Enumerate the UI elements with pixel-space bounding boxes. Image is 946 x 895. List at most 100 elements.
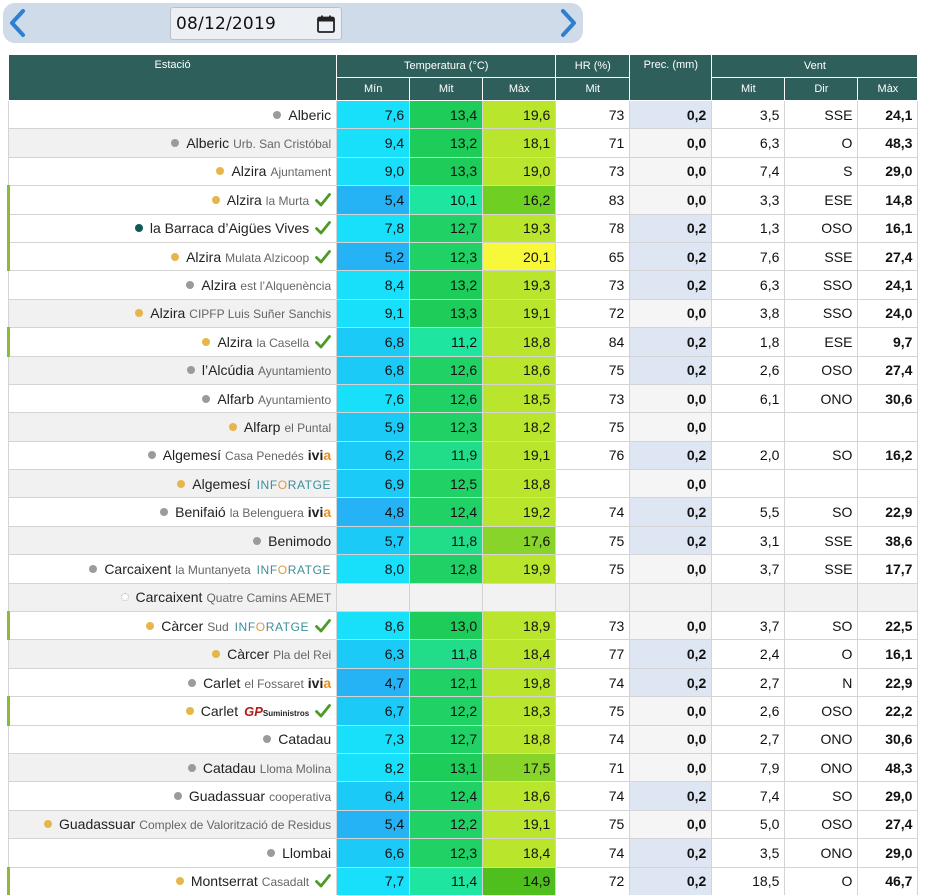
next-day-button[interactable] (553, 5, 583, 41)
station-name[interactable]: Benifaió (175, 504, 226, 520)
station-name[interactable]: Alzira (231, 163, 266, 179)
station-name[interactable]: Llombai (282, 845, 331, 861)
station-name[interactable]: Catadau (203, 760, 256, 776)
header-temp-mit[interactable]: Mit (409, 77, 484, 101)
table-row[interactable]: Alzira la Murta 5,4 10,1 16,2 83 0,0 3,3 ESE 14,8 (6, 185, 920, 215)
previous-day-button[interactable] (3, 5, 33, 41)
header-wind-mit[interactable]: Mit (711, 77, 786, 101)
station-name[interactable]: Carlet (201, 703, 238, 719)
station-name[interactable]: Algemesí (192, 476, 250, 492)
station-cell[interactable]: Montserrat Casadalt (6, 866, 338, 895)
header-precipitation[interactable]: Prec. (mm) (629, 54, 713, 101)
table-row[interactable]: Alberic Urb. San Cristóbal 9,4 13,2 18,1 71 0,… (7, 128, 920, 158)
station-name[interactable]: Algemesí (163, 447, 221, 463)
station-cell[interactable]: Carlet el Fossaret ivia (7, 667, 338, 698)
table-row[interactable]: Alzira est l’Alquenència 8,4 13,2 19,3 73 0,2 6… (7, 270, 920, 300)
station-name[interactable]: Carcaixent (104, 561, 171, 577)
station-cell[interactable]: Alfarb Ayuntamiento (7, 383, 338, 414)
station-cell[interactable]: Alzira Mulata Alzicoop (6, 241, 338, 272)
station-name[interactable]: l’Alcúdia (202, 362, 254, 378)
station-name[interactable]: Càrcer (227, 646, 269, 662)
station-cell[interactable]: Càrcer Sud INFORATGE (6, 611, 338, 641)
table-row[interactable]: Catadau Lloma Molina 8,2 13,1 17,5 71 0,0 7,9 ON… (7, 752, 920, 783)
station-name[interactable]: Alfarb (217, 391, 254, 407)
table-row[interactable]: Algemesí Casa Penedés ivia 6,2 11,9 19,1 76 0,2… (7, 440, 920, 471)
table-row[interactable]: Guadassuar cooperativa 6,4 12,4 18,6 74 0,2 7,4… (7, 781, 920, 811)
table-row[interactable]: Alzira Mulata Alzicoop 5,2 12,3 20,1 65 0,2 7,6… (6, 241, 920, 272)
status-dot-icon (147, 451, 156, 460)
station-cell[interactable]: Càrcer Pla del Rei (7, 639, 338, 669)
table-row[interactable]: Carlet el Fossaret ivia 4,7 12,1 19,8 74 0,2 2,7… (7, 667, 920, 698)
station-name[interactable]: Càrcer (161, 618, 203, 634)
station-cell[interactable]: l’Alcúdia Ayuntamiento (7, 355, 338, 385)
station-cell[interactable]: Alberic (7, 99, 338, 130)
table-row[interactable]: Carcaixent la Muntanyeta INFORATGE 8,0 12,8 1… (7, 554, 920, 584)
table-row[interactable]: Alfarp el Puntal 5,9 12,3 18,2 75 0,0 (7, 412, 920, 442)
station-name[interactable]: Benimodo (268, 533, 331, 549)
station-name[interactable]: Carlet (203, 675, 240, 691)
station-name[interactable]: Alzira (150, 305, 185, 321)
station-name[interactable]: Alzira (227, 192, 262, 208)
station-name[interactable]: Alberic (186, 135, 229, 151)
station-name[interactable]: Catadau (278, 731, 331, 747)
station-cell[interactable]: Benifaió la Belenguera ivia (7, 497, 338, 527)
table-row[interactable]: Benifaió la Belenguera ivia 4,8 12,4 19,2 74 0,… (7, 497, 920, 527)
header-wind-max[interactable]: Màx (857, 77, 919, 101)
table-row[interactable]: Llombai 6,6 12,3 18,4 74 0,2 3,5 ONO 29,0 (7, 838, 920, 868)
station-cell[interactable]: Alfarp el Puntal (7, 412, 338, 442)
station-name[interactable]: Montserrat (191, 873, 258, 889)
table-row[interactable]: Alzira Ajuntament 9,0 13,3 19,0 73 0,0 7,4 S 29,0 (7, 156, 920, 187)
station-cell[interactable]: Alberic Urb. San Cristóbal (7, 128, 338, 158)
station-name[interactable]: Guadassuar (59, 816, 135, 832)
header-station[interactable]: Estació (7, 54, 338, 101)
station-name[interactable]: Alfarp (244, 419, 281, 435)
table-row[interactable]: Càrcer Sud INFORATGE 8,6 13,0 18,9 73 0,0 3,7 SO 2… (6, 611, 920, 641)
table-row[interactable]: Guadassuar Complex de Valorització de Res… (7, 809, 920, 840)
table-row[interactable]: Catadau 7,3 12,7 18,8 74 0,0 2,7 ONO 30,6 (7, 724, 920, 754)
station-cell[interactable]: Alzira Ajuntament (7, 156, 338, 187)
station-cell[interactable]: Alzira la Murta (6, 185, 338, 215)
table-row[interactable]: Alzira la Casella 6,8 11,2 18,8 84 0,2 1,8 ESE 9,… (6, 327, 920, 357)
station-cell[interactable]: Carcaixent la Muntanyeta INFORATGE (7, 554, 338, 584)
station-cell[interactable]: Llombai (7, 838, 338, 868)
station-name[interactable]: Carcaixent (136, 589, 203, 605)
table-row[interactable]: Alzira CIPFP Luis Suñer Sanchis 9,1 13,3 19,… (7, 298, 920, 329)
station-cell[interactable]: Alzira la Casella (6, 327, 338, 357)
header-wind-dir[interactable]: Dir (784, 77, 859, 101)
header-temp-max[interactable]: Màx (482, 77, 557, 101)
temp-max-cell (482, 582, 557, 613)
station-cell[interactable]: Catadau Lloma Molina (7, 752, 338, 783)
station-name[interactable]: Alberic (288, 107, 331, 123)
table-row[interactable]: Montserrat Casadalt 7,7 11,4 14,9 72 0,2 18,5 O 4… (6, 866, 920, 895)
temp-mit-cell: 13,3 (409, 298, 484, 329)
date-input[interactable]: 08/12/2019 (170, 7, 342, 40)
table-row[interactable]: la Barraca d’Aigües Vives 7,8 12,7 19,3 78 0,… (6, 213, 920, 243)
station-cell[interactable]: Algemesí INFORATGE (7, 469, 338, 499)
table-row[interactable]: Carcaixent Quatre Camins AEMET (7, 582, 920, 613)
header-hr-mit[interactable]: Mit (555, 77, 631, 101)
table-row[interactable]: Carlet GPSuministros 6,7 12,2 18,3 75 0,0 2,6 OS… (6, 696, 920, 726)
table-row[interactable]: Benimodo 5,7 11,8 17,6 75 0,2 3,1 SSE 38,6 (7, 525, 920, 556)
table-row[interactable]: Algemesí INFORATGE 6,9 12,5 18,8 0,0 (7, 469, 920, 499)
calendar-icon[interactable] (316, 14, 336, 34)
station-cell[interactable]: Carlet GPSuministros (6, 696, 338, 726)
station-cell[interactable]: Algemesí Casa Penedés ivia (7, 440, 338, 471)
table-row[interactable]: Càrcer Pla del Rei 6,3 11,8 18,4 77 0,2 2,4 O 16,… (7, 639, 920, 669)
station-cell[interactable]: Guadassuar Complex de Valorització de Res… (7, 809, 338, 840)
station-name[interactable]: Alzira (217, 334, 252, 350)
station-name[interactable]: Alzira (201, 277, 236, 293)
table-row[interactable]: l’Alcúdia Ayuntamiento 6,8 12,6 18,6 75 0,2 2,6… (7, 355, 920, 385)
station-name[interactable]: la Barraca d’Aigües Vives (150, 220, 309, 236)
station-cell[interactable]: Guadassuar cooperativa (7, 781, 338, 811)
station-cell[interactable]: Catadau (7, 724, 338, 754)
station-cell[interactable]: Benimodo (7, 525, 338, 556)
station-cell[interactable]: la Barraca d’Aigües Vives (6, 213, 338, 243)
header-temp-min[interactable]: Mín (336, 77, 411, 101)
station-cell[interactable]: Alzira est l’Alquenència (7, 270, 338, 300)
station-cell[interactable]: Carcaixent Quatre Camins AEMET (7, 582, 338, 613)
station-cell[interactable]: Alzira CIPFP Luis Suñer Sanchis (7, 298, 338, 329)
table-row[interactable]: Alfarb Ayuntamiento 7,6 12,6 18,5 73 0,0 6,1 ONO… (7, 383, 920, 414)
table-row[interactable]: Alberic 7,6 13,4 19,6 73 0,2 3,5 SSE 24,1 (7, 99, 920, 130)
station-name[interactable]: Alzira (186, 249, 221, 265)
station-name[interactable]: Guadassuar (189, 788, 265, 804)
